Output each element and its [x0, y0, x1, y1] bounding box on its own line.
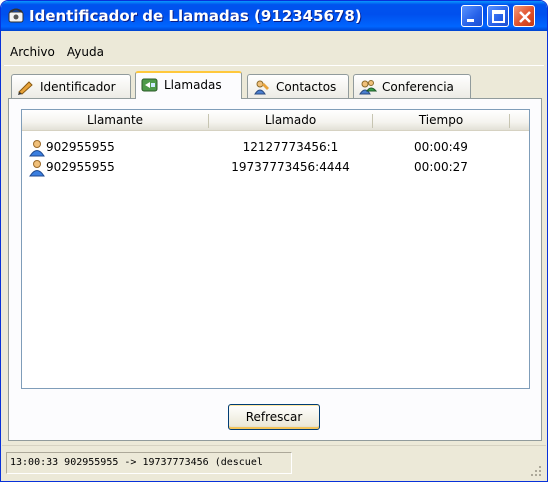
minimize-button[interactable]: [461, 5, 483, 27]
column-header-empty: [510, 110, 529, 131]
column-header-llamante[interactable]: Llamante: [22, 110, 208, 131]
title-bar[interactable]: Identificador de Llamadas (912345678): [1, 1, 547, 31]
menu-ayuda[interactable]: Ayuda: [61, 43, 110, 61]
pencil-icon: [17, 79, 35, 95]
duration-cell: 00:00:27: [414, 160, 468, 174]
tab-label: Identificador: [40, 80, 116, 94]
menu-archivo[interactable]: Archivo: [4, 43, 61, 61]
tab-label: Conferencia: [382, 80, 454, 94]
callee-cell: 12127773456:1: [242, 140, 339, 154]
refresh-button[interactable]: Refrescar: [228, 404, 320, 430]
caller-cell: 902955955: [46, 140, 115, 154]
tab-contactos[interactable]: Contactos: [247, 74, 349, 98]
tab-conferencia[interactable]: Conferencia: [353, 74, 471, 98]
tab-label: Llamadas: [164, 78, 222, 92]
column-header-llamado[interactable]: Llamado: [209, 110, 372, 131]
tab-panel-llamadas: Llamante Llamado Tiempo 902955955 121277…: [8, 98, 542, 441]
telephone-icon: [8, 7, 24, 23]
tab-identificador[interactable]: Identificador: [11, 74, 131, 98]
close-button[interactable]: [513, 5, 535, 27]
resize-grip-icon[interactable]: [530, 465, 542, 477]
list-item[interactable]: 902955955 12127773456:1 00:00:49: [22, 139, 529, 157]
column-header-tiempo[interactable]: Tiempo: [373, 110, 509, 131]
conference-icon: [359, 79, 378, 95]
callee-cell: 19737773456:4444: [231, 160, 350, 174]
calls-icon: [141, 77, 159, 93]
duration-cell: 00:00:49: [414, 140, 468, 154]
tab-llamadas[interactable]: Llamadas: [135, 71, 242, 99]
calls-list[interactable]: Llamante Llamado Tiempo 902955955 121277…: [21, 109, 530, 389]
status-pane: 13:00:33 902955955 -> 19737773456 (descu…: [6, 452, 292, 474]
caller-cell: 902955955: [46, 160, 115, 174]
menu-divider: [4, 65, 544, 66]
status-text: 13:00:33 902955955 -> 19737773456 (descu…: [10, 457, 263, 468]
status-bar: 13:00:33 902955955 -> 19737773456 (descu…: [2, 445, 546, 481]
list-header: Llamante Llamado Tiempo: [22, 110, 529, 131]
app-window: Identificador de Llamadas (912345678) Ar…: [0, 0, 548, 482]
menu-bar: Archivo Ayuda: [4, 43, 110, 61]
user-icon: [28, 139, 46, 157]
window-title: Identificador de Llamadas (912345678): [29, 7, 362, 25]
contacts-icon: [253, 79, 271, 95]
tab-label: Contactos: [276, 80, 337, 94]
maximize-button[interactable]: [487, 5, 509, 27]
list-item[interactable]: 902955955 19737773456:4444 00:00:27: [22, 159, 529, 177]
user-icon: [28, 159, 46, 177]
